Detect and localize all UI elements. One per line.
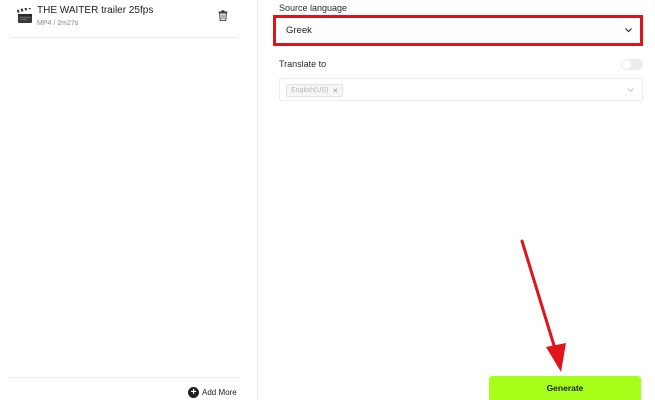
file-list-item[interactable]: THE WAITER trailer 25fps MP4 / 2m27s xyxy=(10,0,238,38)
translate-toggle[interactable] xyxy=(621,59,643,70)
add-more-button[interactable]: + Add More xyxy=(188,387,237,398)
add-more-label: Add More xyxy=(202,388,237,397)
translate-to-label: Translate to xyxy=(279,59,327,69)
language-chip-label: English(US) xyxy=(291,87,329,94)
file-name: THE WAITER trailer 25fps xyxy=(37,5,154,16)
close-icon[interactable]: ✕ xyxy=(332,87,338,95)
source-language-label: Source language xyxy=(279,3,348,13)
toggle-knob xyxy=(622,60,631,69)
plus-circle-icon: + xyxy=(188,387,199,398)
settings-panel: Source language Greek Translate to Engli… xyxy=(259,0,655,400)
trash-icon[interactable] xyxy=(218,10,228,21)
footer-divider xyxy=(10,377,238,378)
generate-label: Generate xyxy=(546,383,584,393)
file-list-panel: THE WAITER trailer 25fps MP4 / 2m27s + A… xyxy=(0,0,258,400)
source-language-value: Greek xyxy=(286,25,312,36)
chevron-down-icon xyxy=(627,88,634,93)
source-language-select[interactable]: Greek xyxy=(273,15,643,46)
clapperboard-icon xyxy=(17,8,32,23)
translate-to-select[interactable]: English(US) ✕ xyxy=(279,78,643,101)
chevron-down-icon xyxy=(625,28,632,33)
generate-button[interactable]: Generate xyxy=(489,376,641,400)
file-meta: MP4 / 2m27s xyxy=(37,20,79,27)
language-chip: English(US) ✕ xyxy=(286,84,344,97)
